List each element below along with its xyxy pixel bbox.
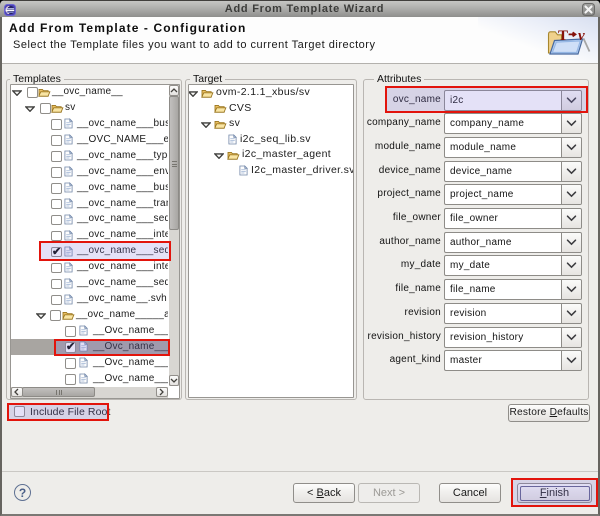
- svg-text:T: T: [558, 28, 568, 44]
- svg-text:ν: ν: [578, 28, 585, 44]
